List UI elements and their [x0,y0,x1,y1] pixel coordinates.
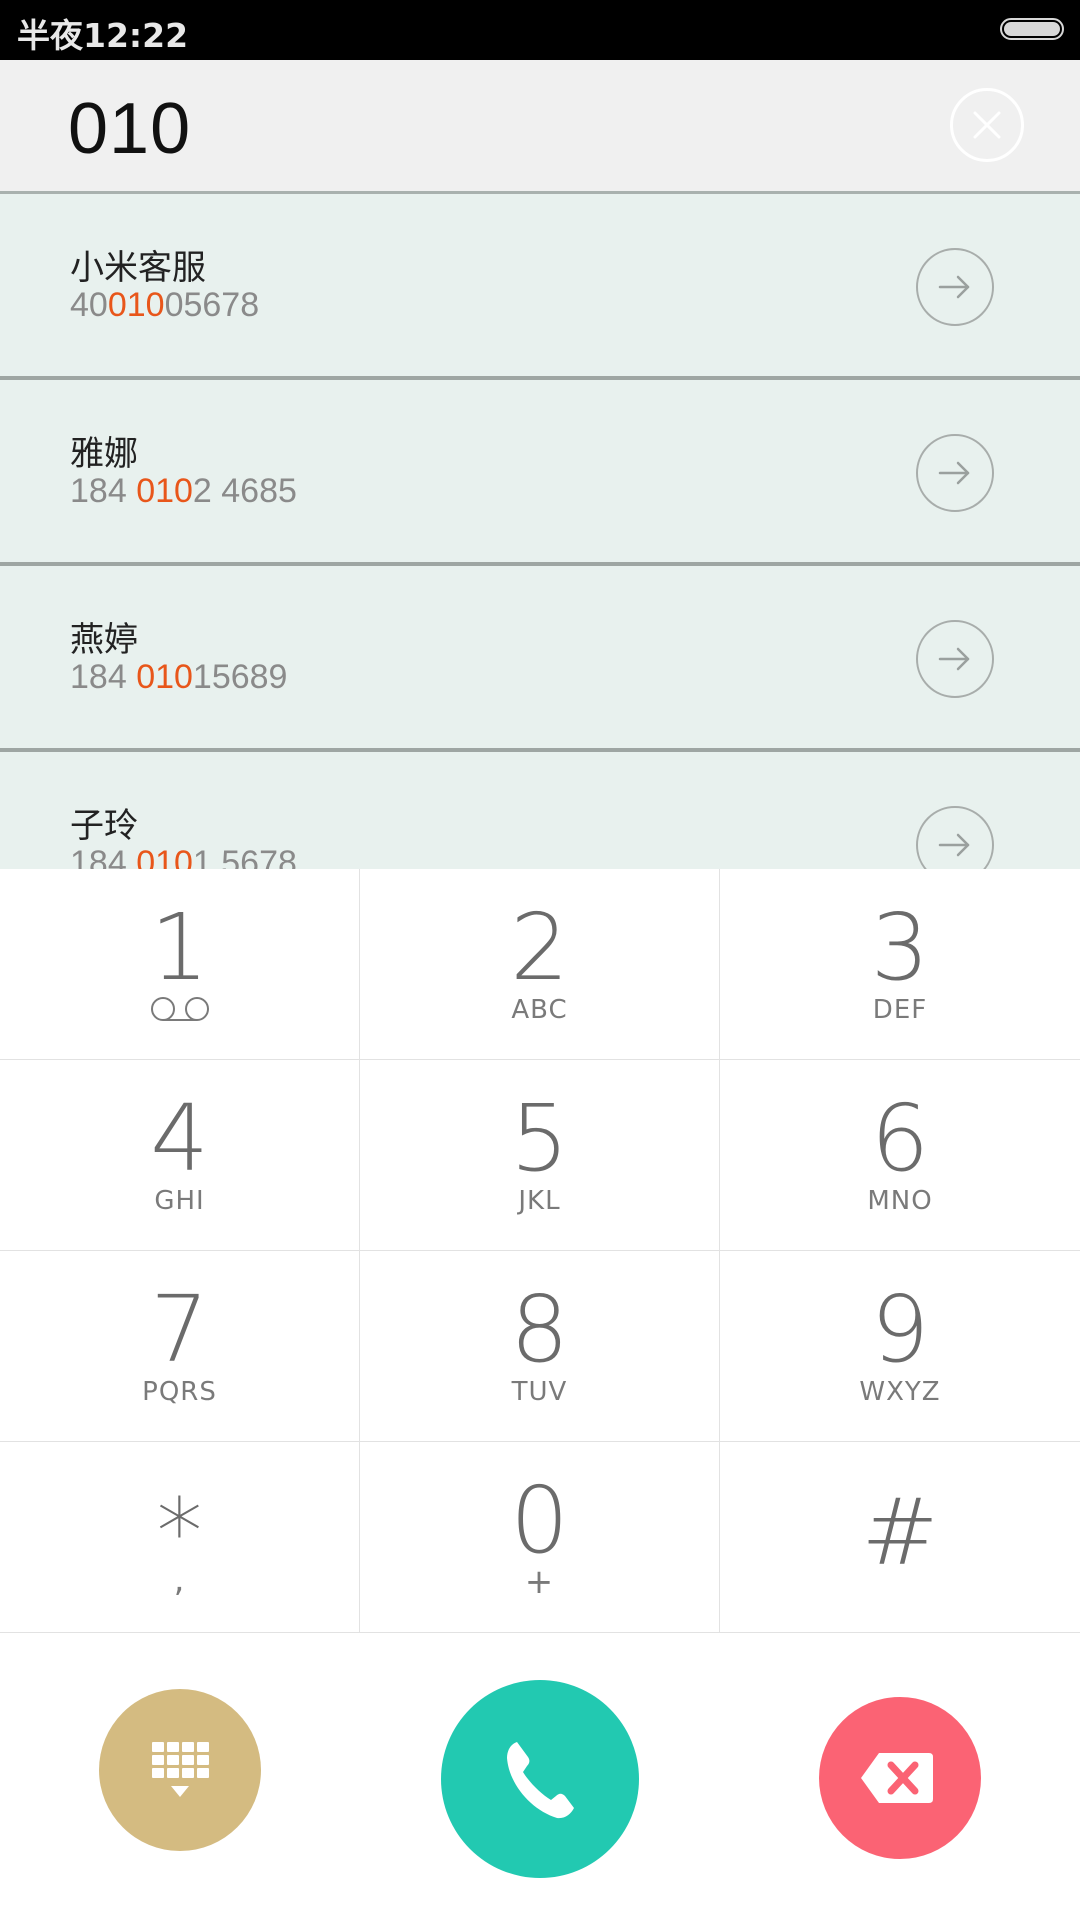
key-digit: 7 [150,1276,209,1383]
result-row[interactable]: 雅娜 184 0102 4685 [0,380,1080,566]
contact-name: 小米客服 [70,248,206,288]
arrow-right-icon [938,275,970,299]
open-contact-button[interactable] [916,248,994,326]
key-letters: PQRS [142,1377,217,1407]
arrow-right-icon [938,461,970,485]
clear-button[interactable] [950,88,1024,162]
key-letters: + [524,1562,555,1602]
key-star[interactable]: * , [0,1442,360,1633]
key-1[interactable]: 1 [0,869,360,1060]
key-6[interactable]: 6 MNO [720,1060,1080,1251]
delete-button[interactable] [819,1697,981,1859]
key-9[interactable]: 9 WXYZ [720,1251,1080,1442]
bottom-action-bar [0,1633,1080,1920]
contact-number: 4001005678 [70,286,260,324]
call-button[interactable] [441,1680,639,1878]
search-results-list: 小米客服 4001005678 雅娜 184 0102 4685 燕婷 184 … [0,194,1080,869]
dial-header: 010 [0,60,1080,194]
key-digit: 8 [510,1276,569,1383]
result-row[interactable]: 小米客服 4001005678 [0,194,1080,380]
key-digit: 1 [150,894,209,1001]
result-row[interactable]: 燕婷 184 01015689 [0,566,1080,752]
key-letters: TUV [511,1377,568,1407]
key-digit: # [861,1479,939,1586]
key-0[interactable]: 0 + [360,1442,720,1633]
key-digit: 4 [150,1085,209,1192]
open-contact-button[interactable] [916,434,994,512]
contact-number: 184 01015689 [70,658,288,696]
arrow-right-icon [938,647,970,671]
phone-icon [507,1742,574,1819]
voicemail-icon [151,997,209,1021]
arrow-right-icon [938,833,970,857]
key-3[interactable]: 3 DEF [720,869,1080,1060]
key-2[interactable]: 2 ABC [360,869,720,1060]
backspace-icon [861,1753,933,1803]
key-8[interactable]: 8 TUV [360,1251,720,1442]
key-hash[interactable]: # [720,1442,1080,1633]
key-letters: JKL [518,1186,561,1216]
dial-keypad: 1 2 ABC 3 DEF 4 GHI 5 JKL 6 MNO 7 PQRS 8… [0,869,1080,1633]
battery-icon [1000,18,1064,40]
key-letters: WXYZ [859,1377,941,1407]
key-letters: GHI [154,1186,205,1216]
open-contact-button[interactable] [916,806,994,869]
dialpad-icon [152,1742,209,1797]
result-row[interactable]: 子玲 184 0101 5678 [0,752,1080,869]
key-5[interactable]: 5 JKL [360,1060,720,1251]
key-digit: 3 [870,894,930,1001]
dialpad-toggle-button[interactable] [99,1689,261,1851]
key-7[interactable]: 7 PQRS [0,1251,360,1442]
close-icon [973,111,1001,139]
key-letters: MNO [867,1186,933,1216]
contact-name: 雅娜 [70,434,138,474]
key-digit: 5 [510,1085,569,1192]
status-bar: 半夜12:22 [0,0,1080,60]
open-contact-button[interactable] [916,620,994,698]
contact-number: 184 0101 5678 [70,844,297,869]
key-digit: 0 [510,1467,569,1574]
contact-name: 子玲 [70,806,138,846]
key-letters: ABC [511,995,568,1025]
key-digit: 9 [870,1276,930,1383]
key-digit: 6 [870,1085,930,1192]
contact-name: 燕婷 [70,620,138,660]
contact-number: 184 0102 4685 [70,472,297,510]
key-digit: 2 [510,894,569,1001]
status-time: 半夜12:22 [17,16,189,55]
dialed-number-display[interactable]: 010 [68,88,191,170]
key-letters: DEF [872,995,928,1025]
key-4[interactable]: 4 GHI [0,1060,360,1251]
key-letters: , [173,1560,186,1600]
